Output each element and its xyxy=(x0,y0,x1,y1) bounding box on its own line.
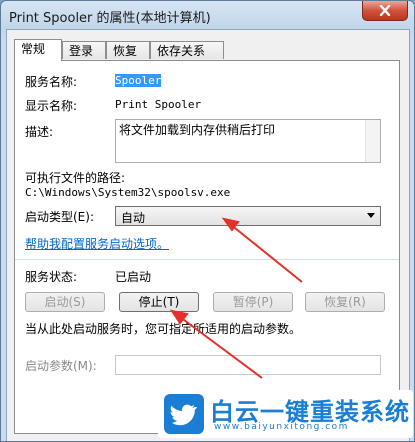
exe-path-value[interactable]: C:\Windows\System32\spoolsv.exe xyxy=(25,186,230,199)
description-scrollbar[interactable] xyxy=(365,120,380,162)
display-name-label: 显示名称: xyxy=(25,99,78,113)
help-configure-link[interactable]: 帮助我配置服务启动选项。 xyxy=(25,235,169,252)
close-icon xyxy=(379,5,391,16)
dialog-client: 常规 登录 恢复 依存关系 服务名称: Spooler 显示名称: Print … xyxy=(6,29,410,441)
resume-button[interactable]: 恢复(R) xyxy=(305,292,385,312)
dropdown-arrow-icon xyxy=(367,213,375,218)
separator xyxy=(15,259,399,260)
service-status-label: 服务状态: xyxy=(25,270,78,284)
description-textbox[interactable]: 将文件加载到内存供稍后打印 xyxy=(115,119,381,163)
start-params-label: 启动参数(M): xyxy=(25,359,97,373)
service-name-value[interactable]: Spooler xyxy=(115,74,162,87)
start-params-input[interactable] xyxy=(115,355,381,375)
description-label: 描述: xyxy=(25,125,54,139)
general-panel: 服务名称: Spooler 显示名称: Print Spooler 描述: 将文… xyxy=(14,60,400,434)
window-title: Print Spooler 的属性(本地计算机) xyxy=(9,11,211,26)
title-bar[interactable]: Print Spooler 的属性(本地计算机) xyxy=(1,1,414,29)
watermark-logo: 白云一键重装系统 www.baiyunxitong.com xyxy=(158,390,413,438)
description-value: 将文件加载到内存供稍后打印 xyxy=(119,123,276,137)
startup-type-select[interactable]: 自动 xyxy=(115,206,381,226)
stop-button[interactable]: 停止(T) xyxy=(119,292,199,312)
startup-type-label: 启动类型(E): xyxy=(25,210,94,224)
tab-general[interactable]: 常规 xyxy=(14,39,62,61)
properties-dialog: Print Spooler 的属性(本地计算机) 常规 登录 恢复 依存关系 服… xyxy=(0,0,415,442)
close-button[interactable] xyxy=(362,1,408,21)
tab-recovery[interactable]: 恢复 xyxy=(106,41,150,59)
start-button[interactable]: 启动(S) xyxy=(25,292,105,312)
tab-dependencies[interactable]: 依存关系 xyxy=(150,41,224,59)
display-name-value[interactable]: Print Spooler xyxy=(115,98,201,111)
tab-logon[interactable]: 登录 xyxy=(62,41,106,59)
pause-button[interactable]: 暂停(P) xyxy=(213,292,293,312)
service-name-label: 服务名称: xyxy=(25,75,78,89)
startup-hint: 当从此处启动服务时，您可指定所适用的启动参数。 xyxy=(25,322,302,336)
watermark-url: www.baiyunxitong.com xyxy=(214,422,349,432)
service-status-value: 已启动 xyxy=(115,270,152,284)
twitter-bird-icon xyxy=(164,394,204,434)
startup-type-value: 自动 xyxy=(121,211,146,225)
exe-path-label: 可执行文件的路径: xyxy=(25,171,126,185)
